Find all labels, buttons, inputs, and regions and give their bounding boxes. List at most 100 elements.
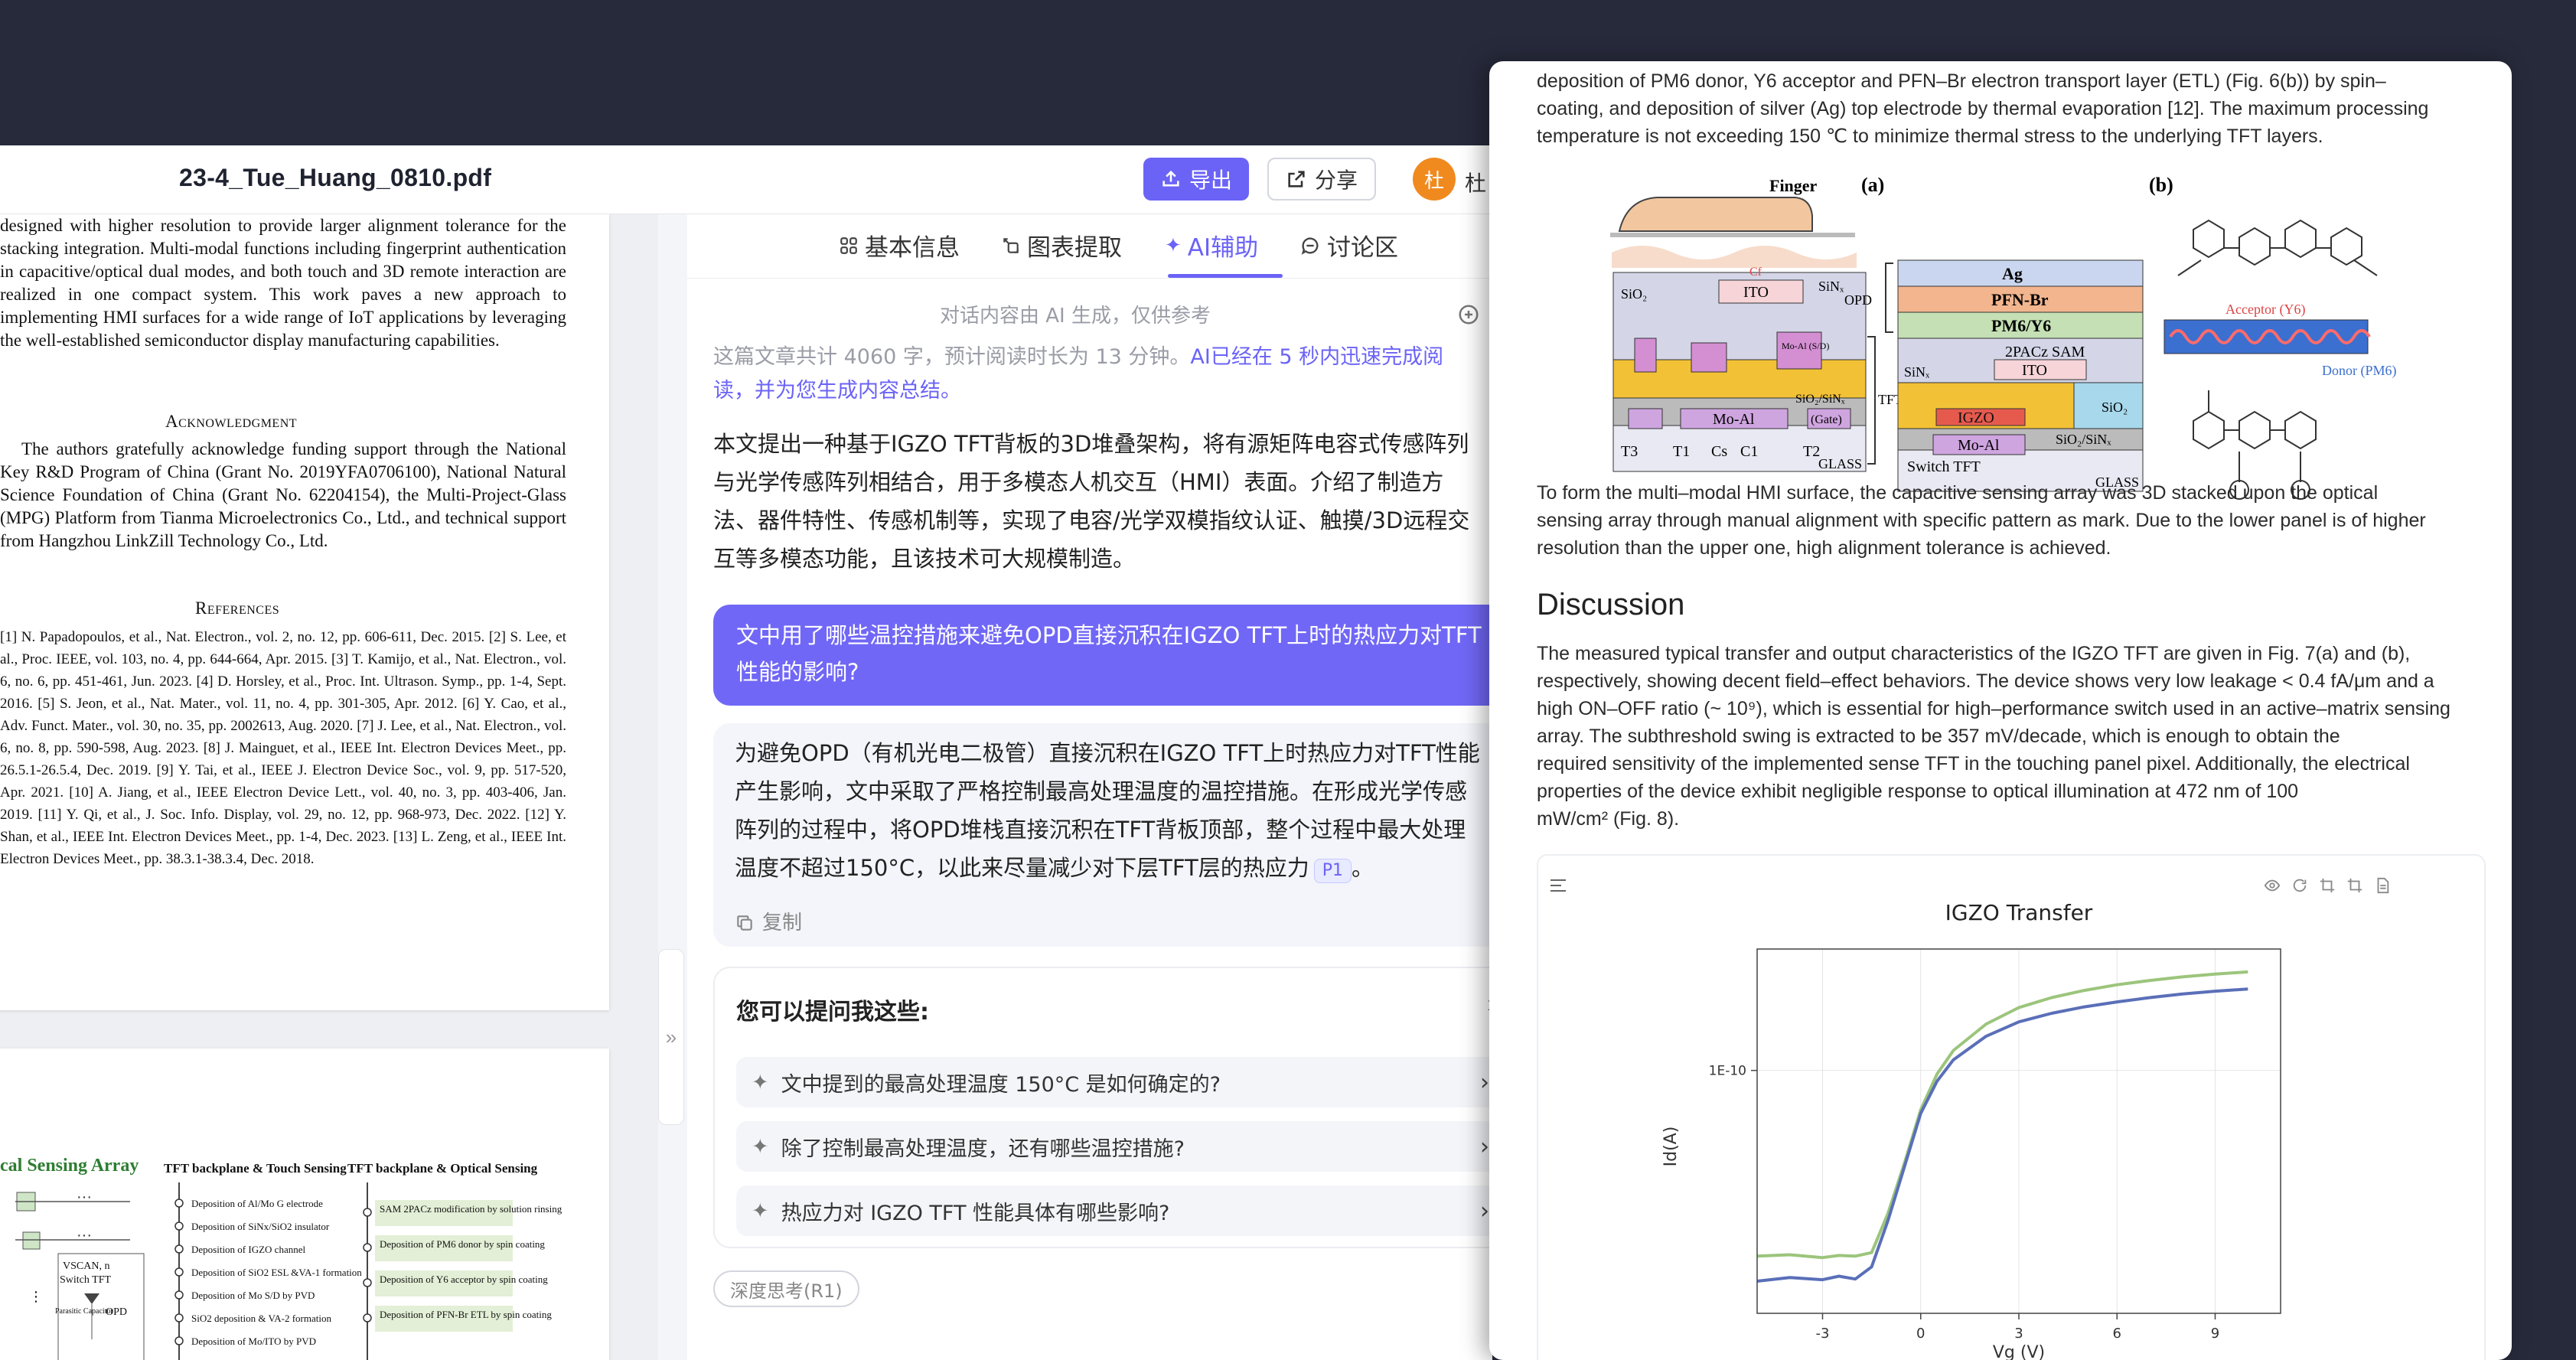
flow-step-text: Deposition of Y6 acceptor by spin coatin… (380, 1274, 548, 1285)
chevron-right-icon: › (1480, 1068, 1489, 1096)
y-axis-label: Id(A) (1661, 1127, 1681, 1167)
suggestion-item[interactable]: ✦ 除了控制最高处理温度，还有哪些温控措施? › (736, 1121, 1492, 1172)
panel-b-label: (b) (2149, 174, 2173, 196)
acknowledgment-heading: Acknowledgment (165, 412, 298, 431)
flow-node (174, 1199, 184, 1208)
transistor-label: T3 (1621, 443, 1638, 460)
chart-title: IGZO Transfer (1945, 900, 2093, 925)
svg-text:···: ··· (77, 1227, 92, 1244)
menu-icon[interactable] (1549, 877, 1567, 894)
chart-grid: -3 0 3 6 9 1E-10 (1709, 949, 2281, 1342)
transistor-label: Cs (1711, 443, 1727, 460)
flow-step-text: Deposition of SiO2 ESL &VA-1 formation (191, 1267, 362, 1278)
page-reference-tag[interactable]: P1 (1313, 859, 1352, 883)
text-line: To form the multi–modal HMI surface, the… (1537, 482, 2379, 504)
suggested-questions: 您可以提问我这些: › ✦ 文中提到的最高处理温度 150°C 是如何确定的? … (713, 967, 1492, 1248)
chat-icon (1301, 236, 1319, 255)
discussion-paragraph: The measured typical transfer and output… (1537, 640, 2486, 833)
upload-icon (1162, 170, 1179, 187)
device-structure-figure: Finger (a) ITO SiO₂ SiNₓ Cf Mo-Al (S/D) … (1610, 174, 2397, 500)
paper-preview-window[interactable]: deposition of PM6 donor, Y6 acceptor and… (1489, 61, 2512, 1360)
top-bar: 23-4_Tue_Huang_0810.pdf 导出 分享 杜 杜 (0, 145, 1492, 214)
sio2sinx-label: SiO₂/SiNₓ (1795, 393, 1845, 406)
tab-label: 基本信息 (865, 234, 960, 262)
panel-a-label: (a) (1861, 174, 1884, 196)
svg-text:⋮: ⋮ (29, 1289, 43, 1304)
deep-think-toggle[interactable]: 深度思考(R1) (713, 1270, 859, 1307)
user-avatar[interactable]: 杜 (1413, 158, 1456, 201)
chart-series-group (1756, 970, 2248, 1283)
sio2-label: SiO₂ (1621, 286, 1647, 302)
flow-step-text: SiO2 deposition & VA-2 formation (191, 1313, 331, 1324)
ito-label-2: ITO (2022, 362, 2047, 379)
x-tick-label: 0 (1916, 1326, 1925, 1342)
grid-icon (840, 236, 857, 254)
copy-button[interactable]: 复制 (735, 904, 802, 942)
ito-label: ITO (1743, 284, 1769, 301)
flow-node (174, 1290, 184, 1300)
transistor-label: T2 (1803, 443, 1820, 460)
tab-basic-info[interactable]: 基本信息 (839, 228, 960, 263)
pdf-page: designed with higher resolution to provi… (0, 214, 609, 1010)
fig-label-vscan: VSCAN, n (63, 1261, 109, 1272)
crop-icon[interactable] (2319, 877, 2336, 894)
moal-sd-label: Mo-Al (S/D) (1782, 341, 1829, 351)
panel-tabs: 基本信息 图表提取 ✦ AI辅助 讨论区 (687, 214, 1492, 279)
flow-step-text: Deposition of IGZO channel (191, 1244, 305, 1255)
series-line-1 (1756, 970, 2248, 1260)
donor-label: Donor (PM6) (2322, 363, 2397, 379)
text-line: The measured typical transfer and output… (1537, 643, 2411, 664)
suggestion-text: 文中提到的最高处理温度 150°C 是如何确定的? (781, 1072, 1221, 1097)
username[interactable]: 杜 (1465, 167, 1486, 197)
suggestion-item[interactable]: ✦ 热应力对 IGZO TFT 性能具体有哪些影响? › (736, 1186, 1492, 1236)
tab-label: 图表提取 (1027, 234, 1122, 262)
text-line: respectively, showing decent field–effec… (1537, 670, 2434, 692)
flow-node (174, 1221, 184, 1231)
suggestions-title: 您可以提问我这些: (736, 999, 929, 1026)
export-button[interactable]: 导出 (1143, 158, 1250, 201)
ai-assistant-panel: 基本信息 图表提取 ✦ AI辅助 讨论区 对话内容由 AI 生成，仅供参考 这篇… (687, 214, 1492, 1360)
document-icon[interactable] (2374, 877, 2391, 894)
transistor-label: C1 (1740, 443, 1758, 460)
refresh-icon[interactable] (2291, 877, 2308, 894)
flow-step-text: Deposition of PFN-Br ETL by spin coating (380, 1309, 552, 1320)
series-line-2 (1756, 987, 2248, 1283)
share-button[interactable]: 分享 (1267, 158, 1377, 201)
share-icon (1288, 171, 1305, 188)
flow-node (363, 1313, 372, 1322)
share-label: 分享 (1315, 168, 1358, 192)
x-axis-label: Vg (V) (1993, 1343, 2045, 1360)
user-question-bubble: 文中用了哪些温控措施来避免OPD直接沉积在IGZO TFT上时的热应力对TFT性… (713, 605, 1492, 706)
references-list: [1] N. Papadopoulos, et al., Nat. Electr… (0, 629, 566, 867)
intro-paragraph: deposition of PM6 donor, Y6 acceptor and… (1537, 67, 2486, 150)
sparkle-icon: ✦ (1165, 233, 1182, 257)
gate-label: (Gate) (1811, 413, 1842, 426)
acknowledgment-paragraph: The authors gratefully acknowledge fundi… (0, 439, 566, 550)
opd-label: OPD (1844, 292, 1872, 308)
ai-disclaimer: 对话内容由 AI 生成，仅供参考 (940, 305, 1211, 328)
panel-collapse-handle[interactable]: » (658, 949, 684, 1125)
flow-node (363, 1208, 372, 1217)
add-circle-icon[interactable] (1457, 303, 1480, 326)
moal-label: Mo-Al (1713, 411, 1755, 428)
pdf-viewer[interactable]: designed with higher resolution to provi… (0, 214, 658, 1360)
tab-label: 讨论区 (1327, 234, 1398, 262)
sinx-label: SiNₓ (1818, 279, 1844, 294)
fig-col1-title: cal Sensing Array (0, 1156, 139, 1176)
pdf-page-2: cal Sensing Array ··· ··· VSCAN, n Switc… (0, 1049, 609, 1360)
eye-icon[interactable] (2264, 877, 2281, 894)
export-label: 导出 (1189, 168, 1233, 192)
flow-node (174, 1313, 184, 1322)
text-line: sensing array through manual alignment w… (1537, 510, 2426, 531)
sio2sinx-label-2: SiO₂/SiNₓ (2056, 432, 2111, 447)
tab-chart-extract[interactable]: 图表提取 (1001, 228, 1122, 263)
crop-alt-icon[interactable] (2346, 877, 2363, 894)
tab-ai-assist[interactable]: ✦ AI辅助 (1165, 228, 1258, 263)
pfnbr-label: PFN-Br (1991, 290, 2049, 309)
stacking-paragraph: To form the multi–modal HMI surface, the… (1537, 479, 2486, 562)
suggestion-item[interactable]: ✦ 文中提到的最高处理温度 150°C 是如何确定的? › (736, 1057, 1492, 1107)
sparkle-icon: ✦ (752, 1199, 769, 1223)
igzo-transfer-chart: IGZO Transfer Id(A) Vg (V) -3 0 3 6 9 1E-10 (1661, 900, 2281, 1360)
flow-node (363, 1243, 372, 1252)
tab-discussion[interactable]: 讨论区 (1299, 228, 1398, 263)
